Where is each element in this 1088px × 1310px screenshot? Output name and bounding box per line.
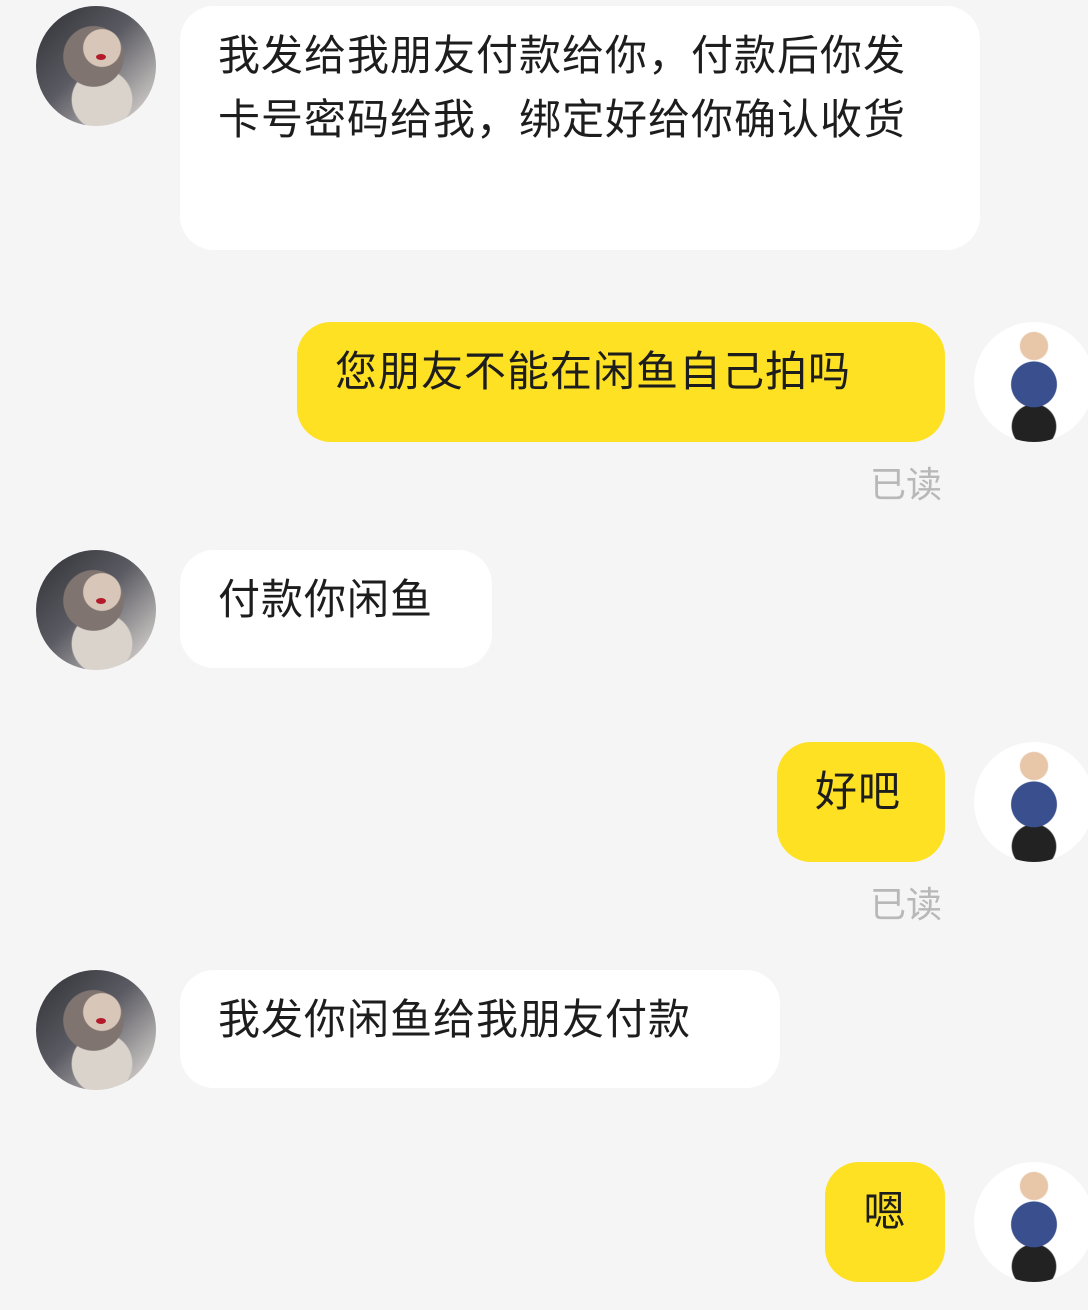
user-avatar[interactable] [974, 742, 1088, 862]
user-avatar[interactable] [974, 322, 1088, 442]
outgoing-message-bubble[interactable]: 您朋友不能在闲鱼自己拍吗 [297, 322, 945, 442]
chat-screen: { "messages": [ {"id": 1, "side": "left"… [0, 0, 1088, 1310]
read-status: 已读 [869, 885, 942, 926]
read-status: 已读 [869, 465, 942, 506]
incoming-message-bubble[interactable]: 我发给我朋友付款给你，付款后你发卡号密码给我，绑定好给你确认收货 [180, 6, 980, 250]
contact-avatar[interactable] [36, 550, 156, 670]
contact-avatar[interactable] [36, 970, 156, 1090]
outgoing-message-bubble[interactable]: 好吧 [777, 742, 945, 862]
contact-avatar[interactable] [36, 6, 156, 126]
incoming-message-bubble[interactable]: 付款你闲鱼 [180, 550, 492, 668]
user-avatar[interactable] [974, 1162, 1088, 1282]
outgoing-message-bubble[interactable]: 嗯 [825, 1162, 945, 1282]
incoming-message-bubble[interactable]: 我发你闲鱼给我朋友付款 [180, 970, 780, 1088]
